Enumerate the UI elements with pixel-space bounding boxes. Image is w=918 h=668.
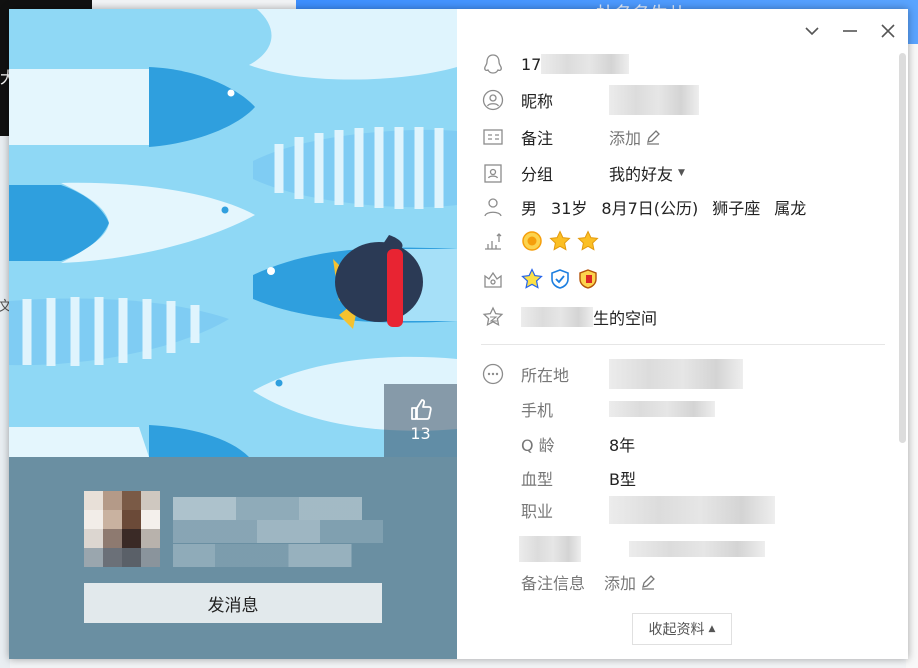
qq-number-prefix: 17 (521, 54, 542, 74)
phone-row: 手机 (481, 395, 715, 423)
user-circle-icon (481, 88, 505, 112)
like-count: 13 (410, 424, 431, 443)
pencil-icon (642, 575, 655, 590)
contact-book-icon (481, 161, 505, 185)
more-circle-icon[interactable] (481, 362, 505, 386)
minimize-icon[interactable] (840, 21, 860, 41)
remark-info-label: 备注信息 (521, 574, 586, 593)
qage-value: 8年 (609, 436, 636, 455)
like-button[interactable]: 13 (384, 384, 457, 457)
id-card-icon (481, 125, 505, 149)
gender: 男 (521, 199, 538, 218)
nickname-row: 昵称 (481, 85, 699, 115)
star-level-icon[interactable] (577, 230, 599, 252)
age: 31岁 (551, 199, 588, 218)
phone-label: 手机 (521, 401, 554, 420)
qzone-row: 生的空间 (481, 303, 657, 331)
collapse-label: 收起资料 (648, 622, 705, 638)
qage-row: Q 龄 8年 (481, 430, 635, 458)
blood-value: B型 (609, 470, 636, 489)
chevron-down-icon[interactable] (802, 21, 822, 41)
info-panel: 17 昵称 备注 添加 分组 我的好友 ▼ 男 31岁 8月7日(公历) 狮子座… (457, 9, 908, 659)
star-outline-icon (481, 305, 505, 329)
guard-shield-icon[interactable] (577, 268, 599, 290)
location-row: 所在地 (481, 359, 743, 389)
qzone-link[interactable]: 生的空间 (593, 305, 657, 329)
star-level-icon[interactable] (549, 230, 571, 252)
profile-card: 发消息 (9, 457, 457, 659)
send-message-button[interactable]: 发消息 (84, 583, 382, 623)
basic-info-row: 男 31岁 8月7日(公历) 狮子座 属龙 (481, 193, 820, 221)
remark-info-add-text: 添加 (604, 574, 637, 593)
qq-number-row: 17 (481, 50, 630, 78)
redacted-extra-label (519, 536, 581, 562)
group-row: 分组 我的好友 ▼ (481, 159, 685, 187)
level-chart-icon (481, 229, 505, 253)
avatar[interactable] (84, 491, 160, 567)
extra-row (481, 535, 765, 563)
remark-add-text: 添加 (609, 129, 642, 148)
penguin-outline-icon (481, 52, 505, 76)
chinese-zodiac: 属龙 (774, 199, 807, 218)
blood-row: 血型 B型 (481, 464, 636, 492)
badge-row (481, 265, 605, 293)
redacted-job (609, 496, 775, 524)
group-select[interactable]: 我的好友 ▼ (609, 161, 685, 185)
close-icon[interactable] (878, 21, 898, 41)
job-label: 职业 (521, 502, 554, 521)
collapse-details-button[interactable]: 收起资料 ▲ (632, 613, 732, 645)
redacted-phone (609, 401, 715, 417)
section-divider (481, 344, 885, 345)
window-controls (802, 21, 898, 41)
zodiac: 狮子座 (712, 199, 761, 218)
vip-star-icon[interactable] (521, 268, 543, 290)
pencil-icon (647, 130, 660, 145)
redacted-qq-number (541, 54, 630, 74)
remark-label: 备注 (521, 129, 554, 148)
fish-shape (249, 9, 457, 80)
redacted-nickname (609, 85, 699, 115)
redacted-location (609, 359, 743, 389)
remark-info-add-link[interactable]: 添加 (604, 570, 656, 594)
redacted-extra-value (629, 541, 765, 557)
nickname-label: 昵称 (521, 92, 554, 111)
level-row (481, 227, 605, 255)
remark-add-link[interactable]: 添加 (609, 125, 661, 149)
caret-down-icon: ▼ (678, 168, 685, 178)
profile-window: 13 发消息 17 昵称 备注 添加 分组 我的好友 ▼ 男 31岁 8月7日(… (9, 9, 908, 659)
remark-info-row: 备注信息 添加 (481, 568, 656, 596)
group-label: 分组 (521, 165, 554, 184)
location-label: 所在地 (521, 366, 570, 385)
qage-label: Q 龄 (521, 436, 555, 455)
blood-label: 血型 (521, 470, 554, 489)
person-icon (481, 195, 505, 219)
group-value: 我的好友 (609, 165, 674, 184)
redacted-name (173, 497, 383, 567)
profile-cover: 13 (9, 9, 457, 457)
redacted-space-owner (521, 307, 593, 327)
remark-row: 备注 添加 (481, 123, 661, 151)
caret-up-icon: ▲ (708, 624, 716, 634)
scrollbar[interactable] (899, 53, 906, 443)
thumbs-up-icon (410, 399, 432, 420)
crown-outline-icon (481, 267, 505, 291)
sun-level-icon[interactable] (521, 230, 543, 252)
security-shield-icon[interactable] (549, 268, 571, 290)
job-row: 职业 (481, 496, 775, 524)
birthday: 8月7日(公历) (601, 199, 699, 218)
